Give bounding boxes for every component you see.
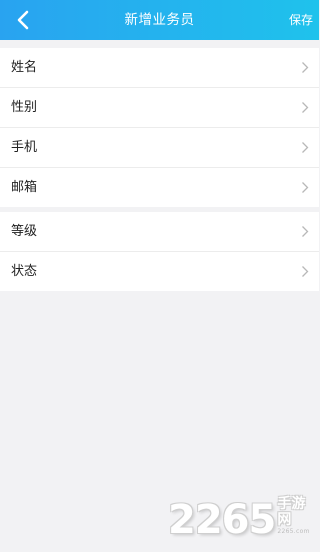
watermark-text: 手游网 [277, 496, 306, 528]
app-header: 新增业务员 保存 [0, 0, 319, 40]
row-label: 姓名 [11, 60, 38, 75]
chevron-right-icon [302, 182, 309, 193]
site-watermark: 2265 手游网 2265.com [168, 496, 319, 540]
watermark-sub: 2265.com [277, 528, 310, 535]
form-row-gender[interactable]: 性别 [0, 88, 319, 128]
watermark-side: 手游网 2265.com [277, 496, 319, 536]
form-row-email[interactable]: 邮箱 [0, 168, 319, 207]
row-label: 性别 [11, 100, 38, 115]
save-button[interactable]: 保存 [289, 10, 313, 30]
form-group-basic-info: 姓名 性别 手机 邮箱 [0, 48, 319, 207]
row-label: 等级 [11, 224, 38, 239]
form-group-status: 等级 状态 [0, 212, 319, 291]
form-row-level[interactable]: 等级 [0, 212, 319, 252]
row-label: 邮箱 [11, 180, 38, 195]
chevron-right-icon [302, 226, 309, 237]
watermark-number: 2265 [168, 497, 276, 543]
chevron-right-icon [302, 102, 309, 113]
form-row-status[interactable]: 状态 [0, 252, 319, 291]
page-title: 新增业务员 [124, 12, 195, 28]
chevron-right-icon [302, 266, 309, 277]
row-label: 状态 [11, 264, 38, 279]
chevron-right-icon [302, 142, 309, 153]
chevron-right-icon [302, 62, 309, 73]
form-row-phone[interactable]: 手机 [0, 128, 319, 168]
row-label: 手机 [11, 140, 38, 155]
form-row-name[interactable]: 姓名 [0, 48, 319, 88]
